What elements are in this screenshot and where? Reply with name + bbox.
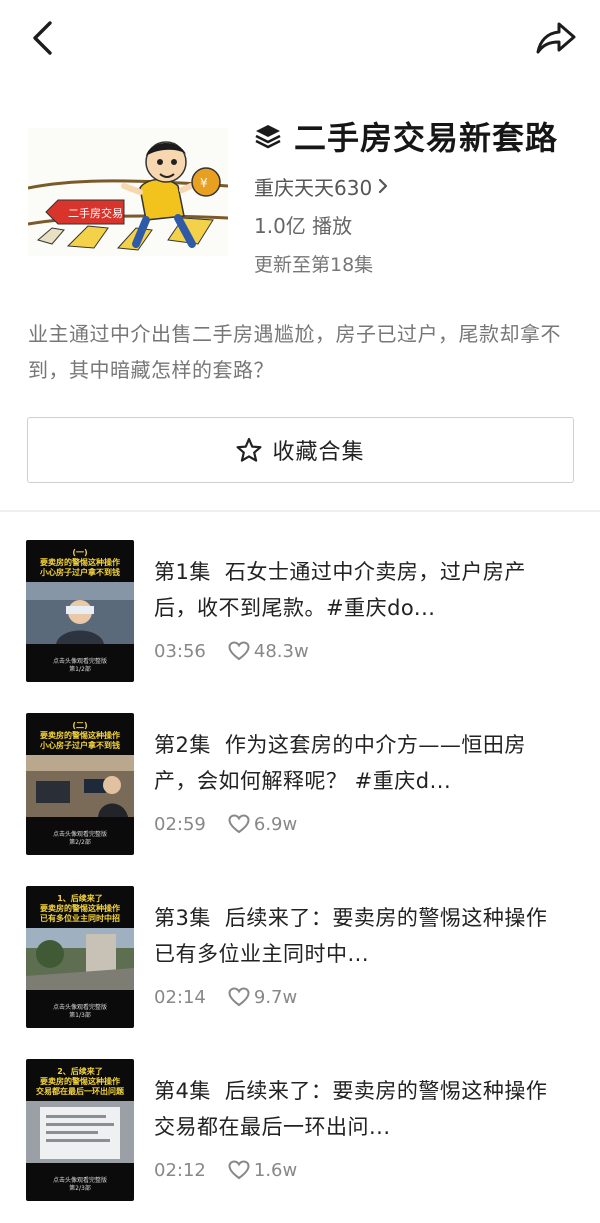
section-divider bbox=[0, 510, 600, 512]
thumbnail-footer: 点击头像观看完整版 第1/2部 bbox=[52, 658, 107, 673]
collection-title: 二手房交易新套路 bbox=[294, 119, 559, 157]
episode-thumbnail: 2、后续来了 要卖房的警惕这种操作 交易都在最后一环出问题 点击头像观看完整版 … bbox=[26, 1059, 134, 1201]
collection-meta: 二手房交易新套路 重庆天天630 1.0亿 播放 更新至第18集 bbox=[254, 114, 594, 278]
author-link[interactable]: 重庆天天630 bbox=[254, 172, 594, 200]
episode-likes: 1.6w bbox=[253, 1159, 298, 1181]
top-bar bbox=[0, 0, 600, 84]
episode-stats: 02:59 6.9w bbox=[154, 811, 297, 837]
episode-likes: 6.9w bbox=[253, 813, 298, 835]
collection-header: 二手房交易 ¥ 二手房交易新套路 重庆天天630 1.0亿 播放 更新至第18集 bbox=[28, 104, 588, 276]
episode-likes: 48.3w bbox=[253, 640, 309, 662]
episode-stats: 02:12 1.6w bbox=[154, 1157, 297, 1183]
thumbnail-caption: (二) 要卖房的警惕这种操作 小心房子过户拿不到钱 bbox=[40, 721, 120, 750]
back-button[interactable] bbox=[24, 18, 60, 58]
episode-thumbnail: 1、后续来了 要卖房的警惕这种操作 已有多位业主同时中招 点击头像观看完整版 第… bbox=[26, 886, 134, 1028]
title-row: 二手房交易新套路 bbox=[254, 114, 594, 158]
episode-duration: 02:14 bbox=[154, 986, 206, 1008]
episode-number: 第4集 bbox=[154, 1079, 211, 1103]
heart-outline-icon bbox=[228, 640, 250, 662]
episode-title: 第2集 作为这套房的中介方——恒田房产，会如何解释呢？ #重庆d... bbox=[154, 727, 564, 799]
star-outline-icon bbox=[236, 437, 262, 463]
heart-outline-icon bbox=[228, 1159, 250, 1181]
episode-title: 第3集 后续来了：要卖房的警惕这种操作 已有多位业主同时中... bbox=[154, 900, 564, 972]
cover-sign-text: 二手房交易 bbox=[68, 206, 123, 220]
thumbnail-footer: 点击头像观看完整版 第1/3部 bbox=[52, 1004, 107, 1019]
layers-icon bbox=[254, 121, 284, 151]
heart-outline-icon bbox=[228, 813, 250, 835]
heart-outline-icon bbox=[228, 986, 250, 1008]
episode-number: 第2集 bbox=[154, 733, 211, 757]
episode-item[interactable]: 1、后续来了 要卖房的警惕这种操作 已有多位业主同时中招 点击头像观看完整版 第… bbox=[26, 886, 586, 1028]
episode-thumbnail: (一) 要卖房的警惕这种操作 小心房子过户拿不到钱 点击头像观看完整版 第1/2… bbox=[26, 540, 134, 682]
episode-title: 第1集 石女士通过中介卖房，过户房产后，收不到尾款。#重庆do... bbox=[154, 554, 564, 626]
episode-title-text: 后续来了：要卖房的警惕这种操作 交易都在最后一环出问... bbox=[154, 1079, 548, 1139]
thumbnail-photo bbox=[26, 755, 134, 817]
thumbnail-caption: (一) 要卖房的警惕这种操作 小心房子过户拿不到钱 bbox=[40, 548, 120, 577]
episode-number: 第1集 bbox=[154, 560, 211, 584]
play-count: 1.0亿 播放 bbox=[254, 214, 353, 238]
episode-title: 第4集 后续来了：要卖房的警惕这种操作 交易都在最后一环出问... bbox=[154, 1073, 564, 1145]
episode-duration: 02:12 bbox=[154, 1159, 206, 1181]
episode-item[interactable]: (二) 要卖房的警惕这种操作 小心房子过户拿不到钱 点击头像观看完整版 第2/2… bbox=[26, 713, 586, 855]
episode-likes: 9.7w bbox=[253, 986, 298, 1008]
author-name: 重庆天天630 bbox=[254, 175, 373, 200]
thumbnail-footer: 点击头像观看完整版 第2/3部 bbox=[52, 1177, 107, 1192]
episode-duration: 02:59 bbox=[154, 813, 206, 835]
svg-text:¥: ¥ bbox=[200, 176, 208, 190]
update-status: 更新至第18集 bbox=[254, 254, 374, 276]
episode-number: 第3集 bbox=[154, 906, 211, 930]
chevron-left-icon bbox=[33, 21, 52, 55]
cover-image[interactable]: 二手房交易 ¥ bbox=[28, 128, 228, 256]
share-button[interactable] bbox=[534, 18, 578, 58]
collect-label: 收藏合集 bbox=[272, 440, 365, 465]
chevron-right-icon bbox=[378, 178, 388, 194]
thumbnail-photo bbox=[26, 1101, 134, 1163]
episode-thumbnail: (二) 要卖房的警惕这种操作 小心房子过户拿不到钱 点击头像观看完整版 第2/2… bbox=[26, 713, 134, 855]
cartoon-illustration: 二手房交易 ¥ bbox=[28, 128, 228, 256]
thumbnail-caption: 2、后续来了 要卖房的警惕这种操作 交易都在最后一环出问题 bbox=[36, 1067, 124, 1096]
episode-stats: 03:56 48.3w bbox=[154, 638, 309, 664]
episode-item[interactable]: (一) 要卖房的警惕这种操作 小心房子过户拿不到钱 点击头像观看完整版 第1/2… bbox=[26, 540, 586, 682]
episode-item[interactable]: 2、后续来了 要卖房的警惕这种操作 交易都在最后一环出问题 点击头像观看完整版 … bbox=[26, 1059, 586, 1201]
thumbnail-caption: 1、后续来了 要卖房的警惕这种操作 已有多位业主同时中招 bbox=[40, 894, 120, 923]
thumbnail-photo bbox=[26, 928, 134, 990]
share-arrow-icon bbox=[536, 22, 576, 54]
collection-description: 业主通过中介出售二手房遇尴尬，房子已过户，尾款却拿不到，其中暗藏怎样的套路？ bbox=[28, 322, 561, 382]
episode-title-text: 后续来了：要卖房的警惕这种操作 已有多位业主同时中... bbox=[154, 906, 548, 966]
thumbnail-photo bbox=[26, 582, 134, 644]
episode-stats: 02:14 9.7w bbox=[154, 984, 297, 1010]
episode-duration: 03:56 bbox=[154, 640, 206, 662]
thumbnail-footer: 点击头像观看完整版 第2/2部 bbox=[52, 831, 107, 846]
collect-collection-button[interactable]: 收藏合集 bbox=[27, 417, 574, 483]
